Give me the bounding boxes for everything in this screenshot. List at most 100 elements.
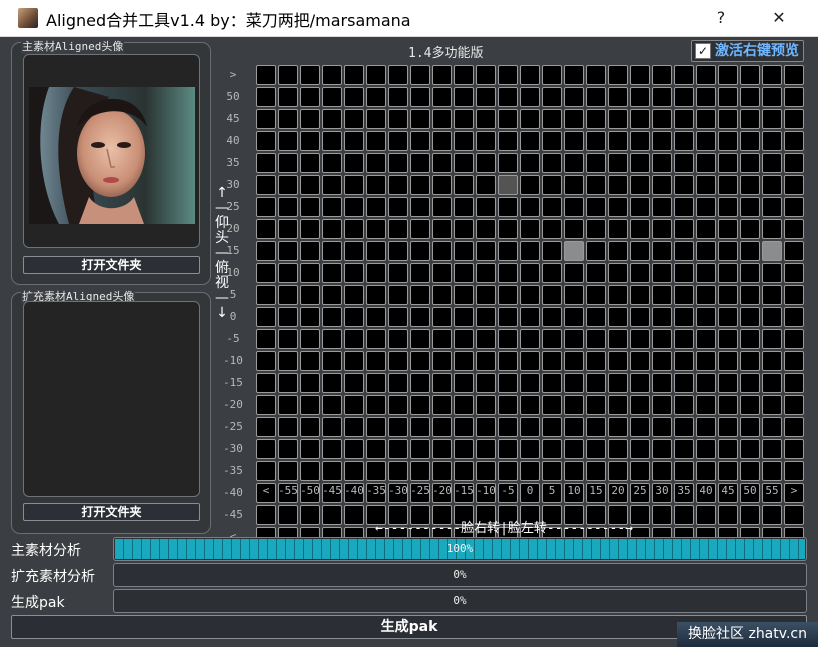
pose-cell[interactable]	[696, 197, 716, 217]
pose-cell[interactable]	[542, 87, 562, 107]
pose-cell[interactable]	[542, 439, 562, 459]
pose-cell[interactable]	[784, 175, 804, 195]
pose-cell[interactable]	[476, 219, 496, 239]
pose-cell[interactable]	[476, 395, 496, 415]
pose-cell[interactable]	[300, 461, 320, 481]
pose-cell[interactable]	[718, 131, 738, 151]
pose-cell[interactable]	[498, 417, 518, 437]
pose-cell[interactable]	[322, 395, 342, 415]
pose-cell[interactable]	[696, 395, 716, 415]
pose-cell[interactable]	[740, 241, 760, 261]
pose-cell[interactable]	[454, 329, 474, 349]
pose-cell[interactable]	[630, 153, 650, 173]
pose-cell[interactable]	[520, 197, 540, 217]
pose-cell[interactable]	[608, 131, 628, 151]
pose-cell[interactable]	[542, 131, 562, 151]
pose-cell[interactable]	[674, 87, 694, 107]
pose-cell[interactable]	[256, 329, 276, 349]
pose-cell[interactable]	[718, 373, 738, 393]
pose-cell[interactable]	[278, 219, 298, 239]
pose-cell[interactable]	[432, 417, 452, 437]
pose-cell[interactable]	[432, 395, 452, 415]
pose-cell[interactable]	[256, 153, 276, 173]
pose-cell[interactable]	[762, 505, 782, 525]
pose-cell[interactable]	[674, 197, 694, 217]
pose-cell[interactable]	[476, 175, 496, 195]
pose-cell[interactable]	[300, 417, 320, 437]
pose-cell[interactable]	[432, 351, 452, 371]
pose-cell[interactable]	[586, 131, 606, 151]
pose-cell[interactable]	[520, 373, 540, 393]
pose-cell[interactable]	[498, 329, 518, 349]
pose-cell[interactable]	[366, 241, 386, 261]
pose-cell[interactable]	[300, 351, 320, 371]
pose-cell[interactable]	[784, 197, 804, 217]
checkbox-checked-icon[interactable]: ✓	[695, 43, 711, 59]
pose-cell[interactable]	[476, 131, 496, 151]
pose-cell[interactable]	[388, 395, 408, 415]
pose-cell[interactable]	[344, 241, 364, 261]
pose-cell[interactable]	[542, 65, 562, 85]
pose-cell[interactable]	[278, 109, 298, 129]
pose-cell[interactable]	[564, 131, 584, 151]
pose-cell[interactable]	[674, 109, 694, 129]
pose-cell[interactable]	[366, 417, 386, 437]
pose-cell[interactable]	[256, 307, 276, 327]
pose-cell[interactable]	[454, 285, 474, 305]
pose-cell[interactable]	[498, 65, 518, 85]
pose-cell[interactable]	[586, 263, 606, 283]
pose-cell[interactable]	[322, 461, 342, 481]
pose-cell[interactable]	[520, 439, 540, 459]
pose-cell[interactable]	[762, 285, 782, 305]
pose-cell[interactable]	[674, 373, 694, 393]
pose-cell[interactable]	[564, 307, 584, 327]
pose-cell[interactable]	[322, 417, 342, 437]
pose-cell[interactable]	[740, 395, 760, 415]
pose-cell[interactable]	[762, 109, 782, 129]
pose-cell[interactable]	[696, 175, 716, 195]
pose-cell[interactable]	[300, 87, 320, 107]
pose-cell[interactable]	[388, 417, 408, 437]
pose-cell[interactable]	[278, 65, 298, 85]
pose-cell[interactable]	[344, 197, 364, 217]
pose-cell[interactable]	[520, 87, 540, 107]
pose-cell[interactable]	[718, 65, 738, 85]
pose-cell[interactable]	[630, 373, 650, 393]
pose-cell[interactable]	[564, 373, 584, 393]
pose-cell[interactable]	[476, 329, 496, 349]
pose-cell[interactable]	[608, 175, 628, 195]
pose-cell[interactable]	[784, 373, 804, 393]
pose-cell[interactable]	[784, 351, 804, 371]
pose-cell[interactable]	[608, 87, 628, 107]
pose-cell[interactable]	[388, 241, 408, 261]
pose-cell[interactable]	[608, 65, 628, 85]
pose-cell[interactable]	[564, 351, 584, 371]
pose-cell[interactable]	[542, 263, 562, 283]
pose-cell[interactable]	[344, 329, 364, 349]
pose-cell[interactable]	[300, 131, 320, 151]
pose-cell[interactable]	[278, 417, 298, 437]
pose-cell[interactable]	[740, 439, 760, 459]
pose-cell[interactable]	[674, 329, 694, 349]
pose-cell[interactable]	[784, 87, 804, 107]
pose-cell[interactable]	[278, 153, 298, 173]
pose-cell[interactable]	[652, 329, 672, 349]
close-button[interactable]: ✕	[764, 4, 794, 32]
pose-cell[interactable]	[564, 241, 584, 261]
pose-cell[interactable]	[652, 153, 672, 173]
pose-cell[interactable]	[696, 373, 716, 393]
pose-cell[interactable]	[344, 131, 364, 151]
pose-cell[interactable]	[410, 65, 430, 85]
pose-cell[interactable]	[630, 351, 650, 371]
pose-cell[interactable]	[542, 461, 562, 481]
pose-cell[interactable]	[476, 373, 496, 393]
pose-cell[interactable]	[256, 263, 276, 283]
pose-cell[interactable]	[256, 395, 276, 415]
pose-cell[interactable]	[432, 307, 452, 327]
pose-cell[interactable]	[498, 351, 518, 371]
pose-cell[interactable]	[344, 219, 364, 239]
pose-cell[interactable]	[762, 87, 782, 107]
pose-cell[interactable]	[454, 417, 474, 437]
pose-cell[interactable]	[564, 439, 584, 459]
pose-cell[interactable]	[278, 131, 298, 151]
